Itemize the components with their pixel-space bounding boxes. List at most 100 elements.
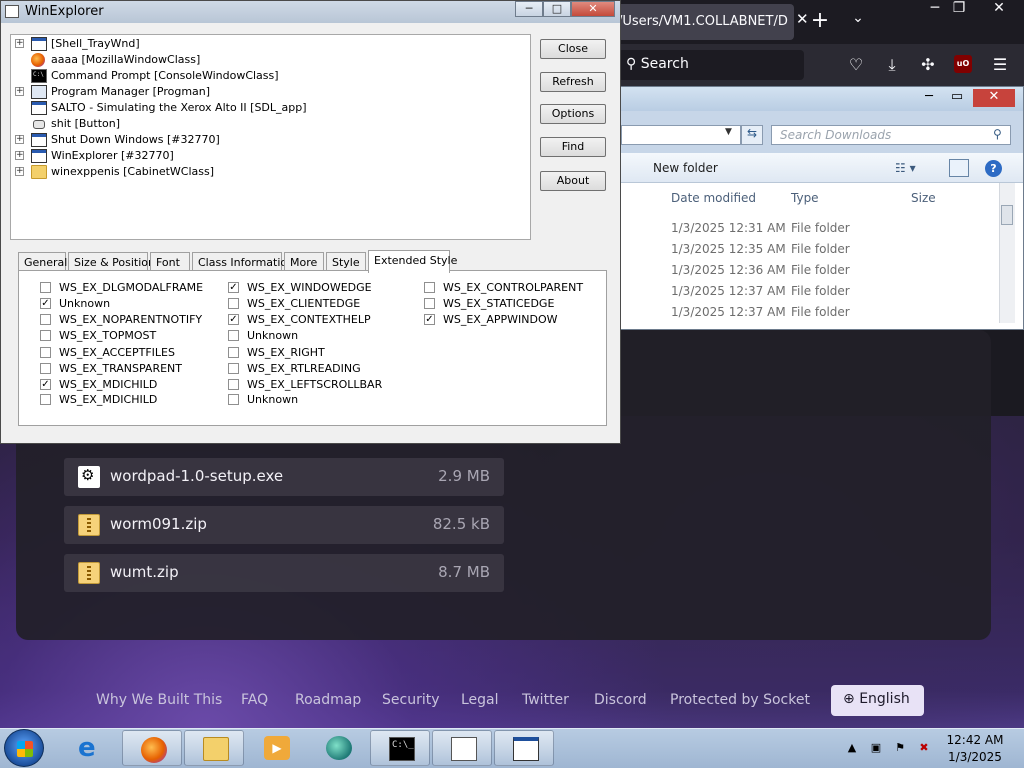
- download-item[interactable]: wumt.zip 8.7 MB: [64, 554, 504, 592]
- close-icon[interactable]: ✕: [571, 1, 615, 17]
- checkbox[interactable]: [40, 394, 51, 405]
- search-icon[interactable]: ⚲: [993, 127, 1009, 143]
- footer-link-roadmap[interactable]: Roadmap: [295, 692, 361, 708]
- table-row[interactable]: 1/3/2025 12:31 AM File folder: [613, 218, 999, 238]
- app-taskbar-button[interactable]: [308, 730, 368, 766]
- expand-icon[interactable]: +: [15, 167, 24, 176]
- refresh-button[interactable]: Refresh: [540, 72, 606, 92]
- start-button[interactable]: [4, 729, 44, 767]
- column-size[interactable]: Size: [911, 191, 936, 205]
- checkbox[interactable]: [40, 330, 51, 341]
- checkbox[interactable]: [228, 363, 239, 374]
- find-button[interactable]: Find: [540, 137, 606, 157]
- tab-style[interactable]: Style: [326, 252, 366, 272]
- network-icon[interactable]: ▣: [869, 741, 883, 755]
- minimize-icon[interactable]: ─: [915, 89, 943, 107]
- window-close-icon[interactable]: ✕: [982, 0, 1016, 18]
- checkbox[interactable]: ✓: [424, 314, 435, 325]
- window-taskbar-button[interactable]: [494, 730, 554, 766]
- checkbox[interactable]: [40, 363, 51, 374]
- table-row[interactable]: 1/3/2025 12:35 AM File folder: [613, 239, 999, 259]
- expand-icon[interactable]: +: [15, 87, 24, 96]
- checkbox[interactable]: [228, 298, 239, 309]
- tab-general[interactable]: General: [18, 252, 67, 272]
- restore-icon[interactable]: ❐: [942, 0, 976, 18]
- checkbox[interactable]: ✓: [40, 379, 51, 390]
- table-row[interactable]: 1/3/2025 12:36 AM File folder: [613, 260, 999, 280]
- checkbox[interactable]: ✓: [228, 314, 239, 325]
- checkbox[interactable]: ✓: [228, 282, 239, 293]
- tab-list-chevron-icon[interactable]: ⌄: [846, 10, 870, 34]
- footer-link-discord[interactable]: Discord: [594, 692, 647, 708]
- close-icon[interactable]: ✕: [973, 89, 1015, 107]
- checkbox[interactable]: [228, 379, 239, 390]
- ublock-icon[interactable]: uO: [954, 55, 972, 73]
- tray-expand-icon[interactable]: ▲: [845, 741, 859, 755]
- tab-more[interactable]: More: [284, 252, 324, 272]
- search-bar[interactable]: ⚲ Search: [618, 50, 804, 80]
- download-item[interactable]: worm091.zip 82.5 kB: [64, 506, 504, 544]
- explorer-taskbar-button[interactable]: [184, 730, 244, 766]
- footer-link-twitter[interactable]: Twitter: [522, 692, 569, 708]
- view-options-icon[interactable]: ☷ ▾: [895, 161, 935, 177]
- expand-icon[interactable]: +: [15, 39, 24, 48]
- search-input[interactable]: Search Downloads: [771, 125, 1011, 145]
- footer-link-security[interactable]: Security: [382, 692, 440, 708]
- clock-time[interactable]: 12:42 AM: [940, 733, 1010, 747]
- checkbox[interactable]: [228, 330, 239, 341]
- scrollbar-thumb[interactable]: [1001, 205, 1013, 225]
- tab-font[interactable]: Font: [150, 252, 190, 272]
- new-tab-button[interactable]: +: [808, 8, 832, 36]
- footer-link-faq[interactable]: FAQ: [241, 692, 268, 708]
- tab-size-position[interactable]: Size & Position: [68, 252, 155, 272]
- download-item[interactable]: wordpad-1.0-setup.exe 2.9 MB: [64, 458, 504, 496]
- checkbox[interactable]: [40, 282, 51, 293]
- download-icon[interactable]: ⤓: [881, 54, 903, 76]
- ie-taskbar-button[interactable]: e: [60, 730, 120, 766]
- checkbox[interactable]: [424, 282, 435, 293]
- media-player-taskbar-button[interactable]: ▶: [246, 730, 306, 766]
- checkbox[interactable]: [228, 394, 239, 405]
- table-row[interactable]: 1/3/2025 12:37 AM File folder: [613, 302, 999, 322]
- maximize-icon[interactable]: ▭: [943, 89, 971, 107]
- help-icon[interactable]: ?: [985, 160, 1002, 177]
- firefox-tab[interactable]: /Users/VM1.COLLABNET/D: [612, 4, 794, 40]
- menu-icon[interactable]: ☰: [989, 54, 1011, 76]
- scrollbar[interactable]: [999, 183, 1015, 323]
- tab-class-information[interactable]: Class Information: [192, 252, 294, 272]
- pocket-icon[interactable]: ♡: [845, 54, 867, 76]
- column-type[interactable]: Type: [791, 191, 819, 205]
- tab-extended-style[interactable]: Extended Style: [368, 250, 457, 273]
- new-folder-button[interactable]: New folder: [653, 161, 718, 175]
- footer-link-legal[interactable]: Legal: [461, 692, 499, 708]
- volume-muted-icon[interactable]: ✖: [917, 741, 931, 755]
- options-button[interactable]: Options: [540, 104, 606, 124]
- footer-link-why[interactable]: Why We Built This: [96, 692, 222, 708]
- refresh-icon[interactable]: ⇆: [741, 125, 763, 145]
- minimize-icon[interactable]: ─: [515, 1, 543, 17]
- checkbox[interactable]: [424, 298, 435, 309]
- checkbox[interactable]: ✓: [40, 298, 51, 309]
- clock-date[interactable]: 1/3/2025: [940, 750, 1010, 764]
- address-bar[interactable]: [621, 125, 741, 145]
- column-date[interactable]: Date modified: [671, 191, 756, 205]
- maximize-icon[interactable]: □: [543, 1, 571, 17]
- language-button[interactable]: ⊕ English: [831, 685, 924, 716]
- table-row[interactable]: 1/3/2025 12:37 AM File folder: [613, 281, 999, 301]
- cmd-taskbar-button[interactable]: C:\_: [370, 730, 430, 766]
- about-button[interactable]: About: [540, 171, 606, 191]
- preview-pane-icon[interactable]: [949, 159, 969, 177]
- notepad-taskbar-button[interactable]: [432, 730, 492, 766]
- expand-icon[interactable]: +: [15, 135, 24, 144]
- extensions-icon[interactable]: ✣: [917, 54, 939, 76]
- checkbox[interactable]: [40, 347, 51, 358]
- footer-link-socket[interactable]: Protected by Socket: [670, 692, 810, 708]
- chevron-down-icon[interactable]: ▼: [725, 127, 739, 143]
- firefox-taskbar-button[interactable]: [122, 730, 182, 766]
- flag-icon[interactable]: ⚑: [893, 741, 907, 755]
- close-button[interactable]: Close: [540, 39, 606, 59]
- winexplorer-window: WinExplorer ─ □ ✕ + [Shell_TrayWnd] aaaa …: [0, 0, 621, 444]
- checkbox[interactable]: [228, 347, 239, 358]
- expand-icon[interactable]: +: [15, 151, 24, 160]
- checkbox[interactable]: [40, 314, 51, 325]
